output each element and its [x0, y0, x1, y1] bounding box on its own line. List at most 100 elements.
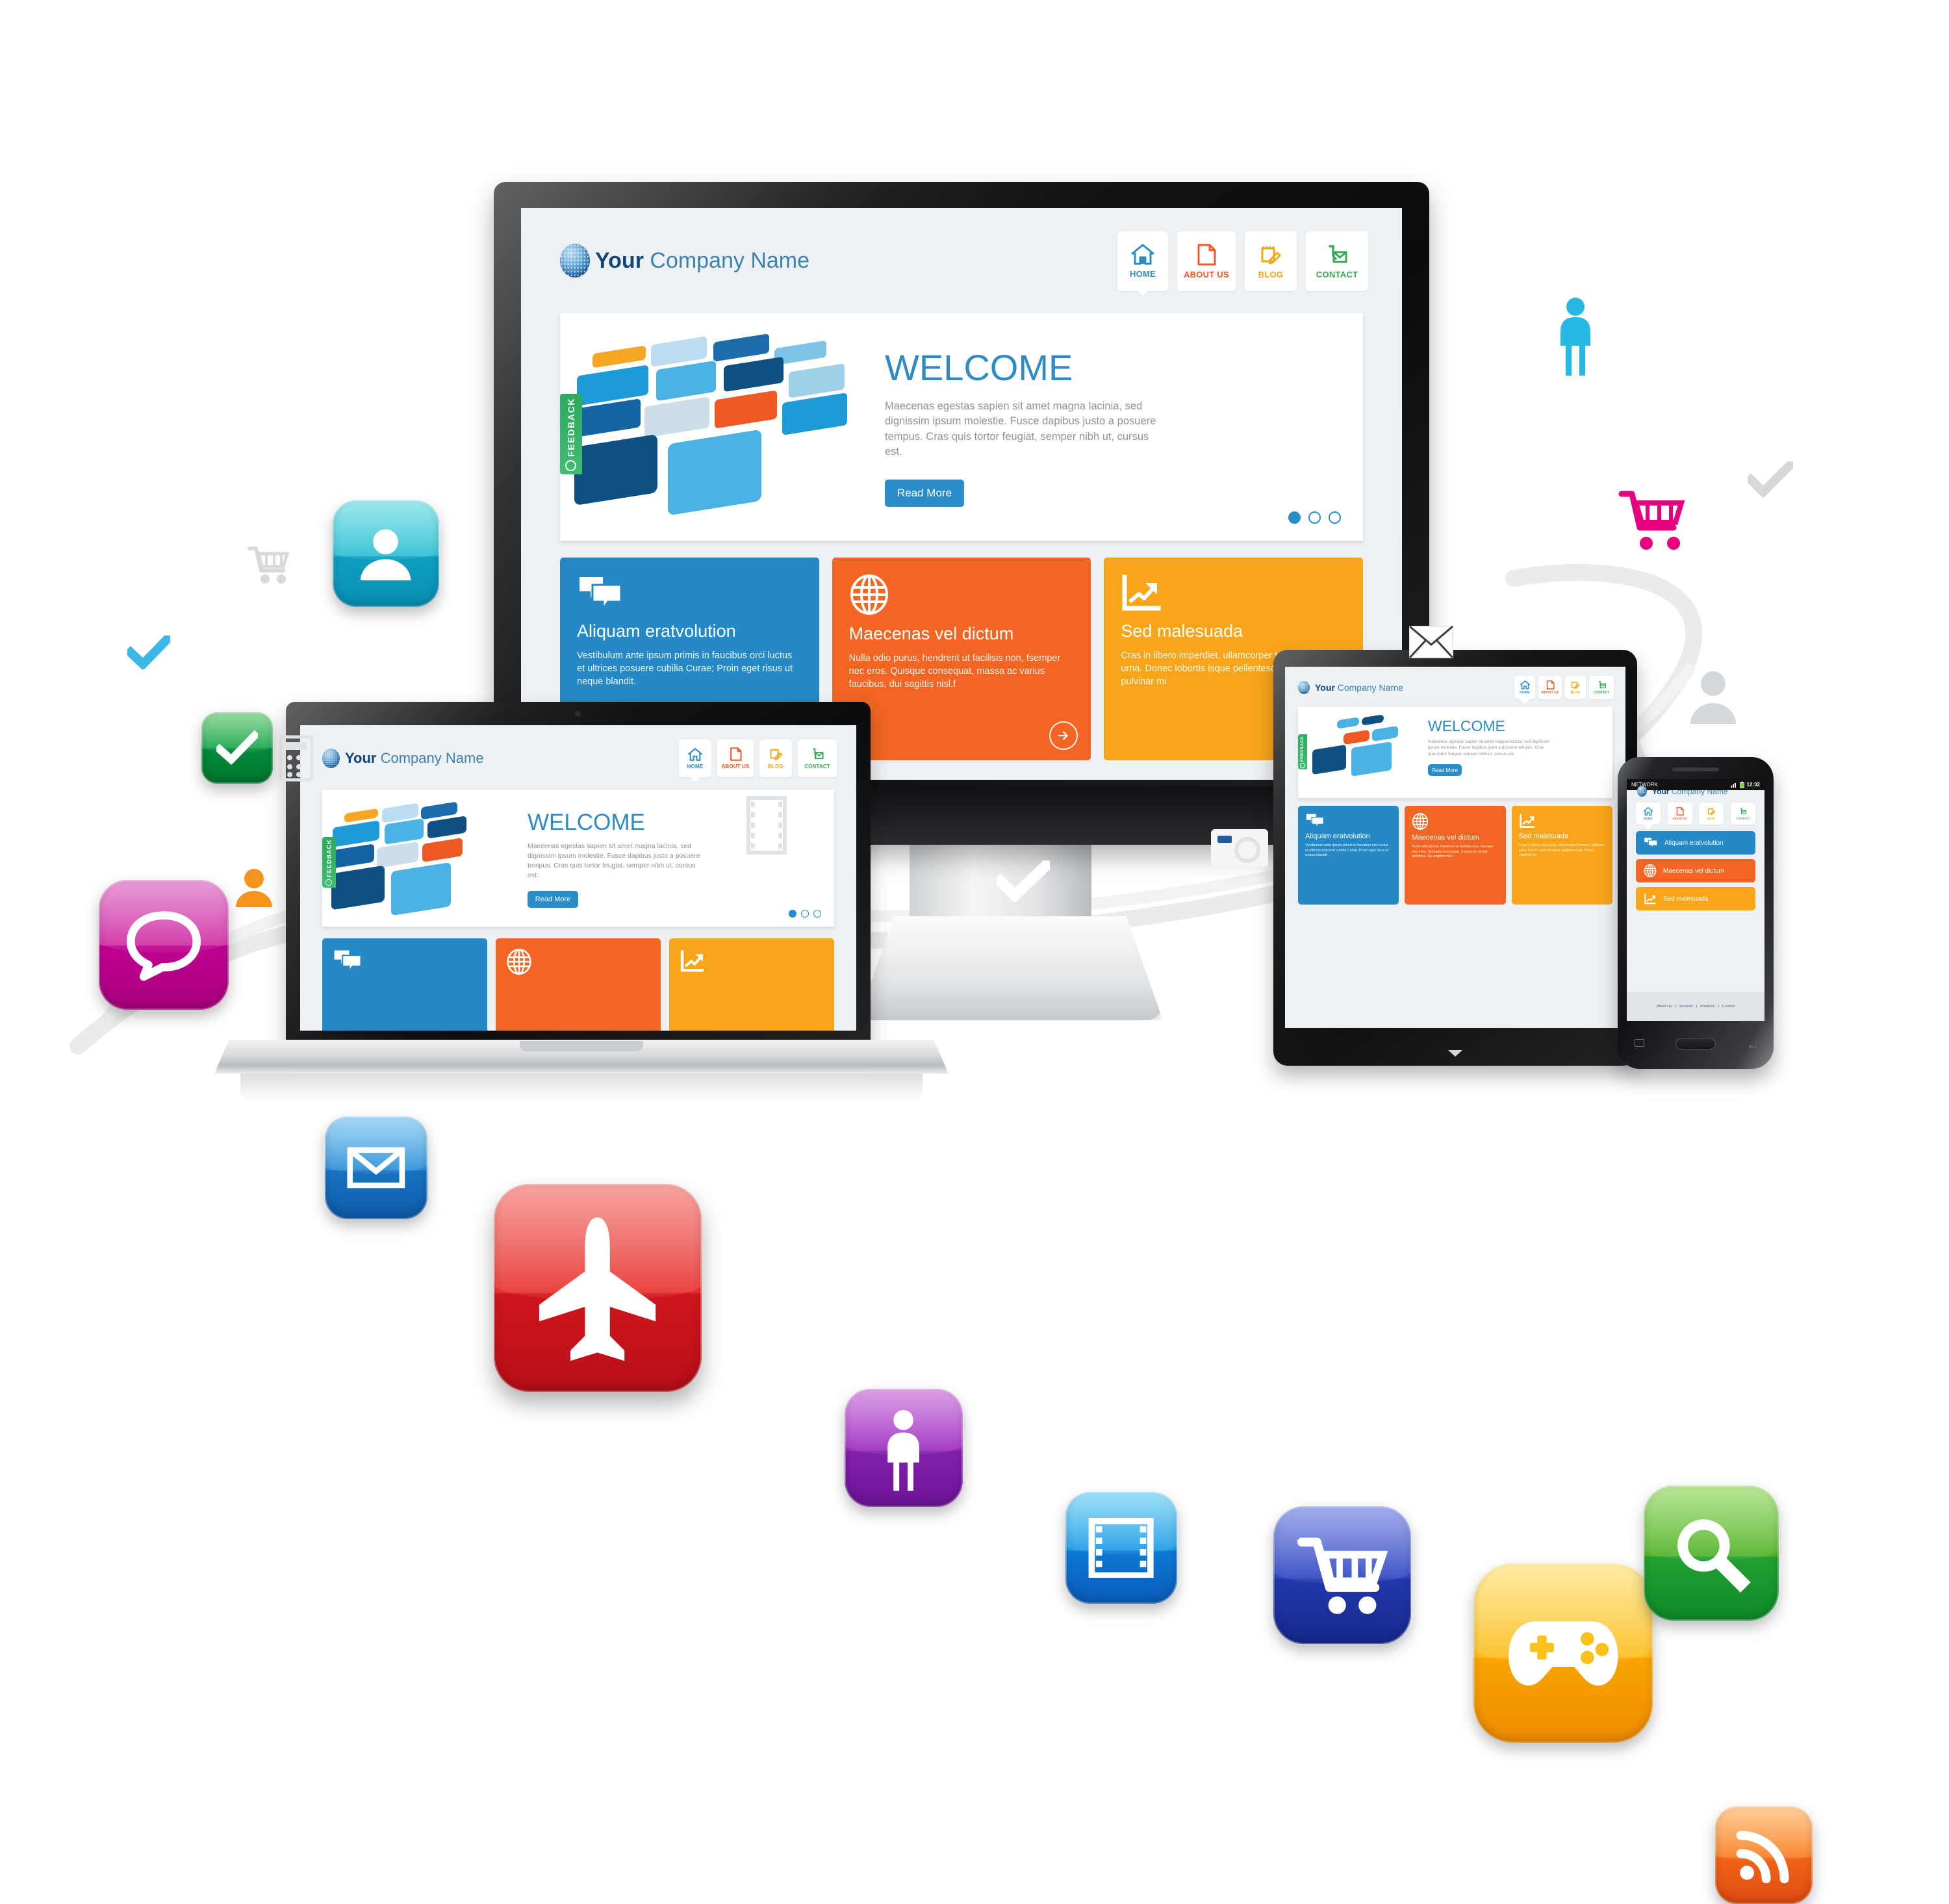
- read-more-button[interactable]: Read More: [885, 479, 964, 507]
- app-icon-checkmark[interactable]: [201, 712, 273, 784]
- cart-outline-icon-pink: [1618, 489, 1689, 551]
- hero-pagination[interactable]: [789, 910, 821, 918]
- read-more-button[interactable]: Read More: [1428, 764, 1462, 777]
- hero-banner: FEEDBACK WELCOME Maecenas egestas sapien…: [560, 313, 1363, 541]
- laptop-screen: Your Company Name HOME ABOUT US BLOG CON…: [300, 725, 856, 1031]
- globe-logo-icon: [560, 244, 590, 277]
- feedback-tab[interactable]: FEEDBACK: [322, 837, 336, 888]
- footer-link-services[interactable]: Services: [1679, 1005, 1692, 1009]
- document-icon: [1197, 244, 1216, 266]
- nav-button-contact[interactable]: CONTACT: [798, 740, 837, 777]
- home-icon: [1131, 244, 1154, 265]
- feedback-q-icon: [1300, 762, 1305, 768]
- app-icon-game-controller[interactable]: [1473, 1563, 1653, 1743]
- nav-button-home[interactable]: HOME: [1514, 676, 1535, 699]
- globe-grid-icon: [849, 574, 889, 615]
- nav-button-contact[interactable]: CONTACT: [1589, 676, 1614, 699]
- nav-label: BLOG: [1570, 691, 1581, 695]
- phone-feature-list: Aliquam eratvolution Maecenas vel dictum…: [1627, 825, 1764, 910]
- app-icon-film-strip[interactable]: [1065, 1492, 1177, 1604]
- nav-label: HOME: [1129, 269, 1156, 279]
- pagination-dot[interactable]: [813, 910, 821, 918]
- app-icon-chat-bubble[interactable]: [99, 880, 229, 1010]
- nav-button-about-us[interactable]: ABOUT US: [717, 740, 754, 777]
- pagination-dot-active[interactable]: [1288, 511, 1301, 524]
- pagination-dot-active[interactable]: [789, 910, 796, 918]
- app-icon-mail[interactable]: [325, 1116, 427, 1219]
- nav-label: ABOUT US: [1184, 269, 1229, 279]
- hero-artwork: [1298, 707, 1421, 798]
- nav-button-contact[interactable]: CONTACT: [1306, 231, 1368, 291]
- pagination-dot[interactable]: [1329, 511, 1341, 524]
- card-title: Sed malesuada: [1121, 621, 1243, 641]
- hero-pagination[interactable]: [1288, 511, 1341, 524]
- film-icon: [1065, 1492, 1177, 1604]
- growth-chart-icon: [680, 949, 706, 973]
- nav-button-contact[interactable]: CONTACT: [1730, 803, 1755, 825]
- feature-cards: Aliquam eratvolution Vestibulum ante ips…: [1298, 806, 1612, 905]
- feature-card-3[interactable]: Sed malesuada Cras in libero imperdiet, …: [1511, 806, 1612, 905]
- phone-home-button[interactable]: [1675, 1038, 1716, 1049]
- app-icon-shopping-cart[interactable]: [1273, 1506, 1411, 1644]
- tile: [422, 838, 463, 862]
- nav-button-blog[interactable]: BLOG: [1565, 676, 1586, 699]
- card-arrow-button[interactable]: [1049, 721, 1078, 750]
- app-icon-user-avatar[interactable]: [333, 500, 439, 607]
- app-icon-rss[interactable]: [1715, 1807, 1813, 1904]
- phone-status-bar: NETWORK 12:32: [1627, 779, 1764, 790]
- feedback-tab[interactable]: FEEDBACK: [560, 394, 582, 474]
- check-icon-blue: [127, 636, 170, 669]
- app-icon-male-person[interactable]: [845, 1389, 963, 1507]
- footer-link-products[interactable]: Products: [1700, 1005, 1714, 1009]
- nav-button-blog[interactable]: BLOG: [759, 740, 792, 777]
- hero-title: WELCOME: [1428, 717, 1505, 734]
- app-icon-airplane[interactable]: [494, 1184, 702, 1392]
- pagination-dot[interactable]: [1308, 511, 1321, 524]
- nav-button-blog[interactable]: BLOG: [1245, 231, 1297, 291]
- card-title: Sed malesuada: [1663, 895, 1709, 903]
- footer-link-about-us[interactable]: About Us: [1657, 1005, 1672, 1009]
- feedback-tab[interactable]: FEEDBACK: [1298, 734, 1307, 769]
- card-body: Cras in libero imperdiet, ullamcorper te…: [1518, 843, 1604, 858]
- laptop-base-reflection: [240, 1074, 923, 1102]
- camera-icon-white: [1210, 824, 1269, 869]
- nav-button-about-us[interactable]: ABOUT US: [1538, 676, 1562, 699]
- tile: [377, 841, 418, 869]
- feedback-q-icon: [325, 879, 333, 886]
- feature-card-1[interactable]: Aliquam eratvolution Vestibulum ante ips…: [1298, 806, 1399, 905]
- laptop-trackpad-notch[interactable]: [520, 1041, 643, 1051]
- chat-bubbles-icon: [1305, 813, 1325, 829]
- tablet-home-button[interactable]: [1448, 1050, 1462, 1057]
- nav-button-about-us[interactable]: ABOUT US: [1177, 231, 1236, 291]
- nav-button-about-us[interactable]: ABOUT US: [1667, 803, 1692, 825]
- monitor-screen: Your Company Name HOME ABOUT US BLOG CON…: [521, 208, 1402, 780]
- pagination-dot[interactable]: [801, 910, 809, 918]
- site-logo[interactable]: Your Company Name: [322, 749, 484, 768]
- nav-button-home[interactable]: HOME: [1117, 231, 1168, 291]
- feature-card-3[interactable]: [669, 938, 834, 1031]
- hero-title: WELCOME: [528, 810, 645, 835]
- feedback-label: FEEDBACK: [325, 839, 333, 877]
- phone-back-button-icon[interactable]: [1748, 1040, 1758, 1049]
- feature-card-2[interactable]: Maecenas vel dictum Nulla odio purus, he…: [1405, 806, 1506, 905]
- footer-link-contact[interactable]: Contact: [1722, 1005, 1735, 1009]
- check-icon-grey: [1748, 461, 1793, 498]
- feature-card-2[interactable]: Maecenas vel dictum: [1636, 859, 1755, 882]
- rss-icon: [1715, 1807, 1813, 1904]
- site-logo[interactable]: Your Company Name: [1298, 681, 1403, 694]
- read-more-button[interactable]: Read More: [528, 890, 578, 908]
- nav-label: CONTACT: [1736, 817, 1750, 820]
- scene: Your Company Name HOME ABOUT US BLOG CON…: [0, 0, 1949, 1904]
- feature-card-1[interactable]: [322, 938, 487, 1031]
- phone-menu-button-icon[interactable]: [1635, 1039, 1644, 1047]
- app-icon-search[interactable]: [1644, 1486, 1779, 1621]
- nav-button-home[interactable]: HOME: [679, 740, 711, 777]
- feature-card-1[interactable]: Aliquam eratvolution: [1636, 831, 1755, 855]
- feature-card-2[interactable]: [496, 938, 661, 1031]
- nav-button-home[interactable]: HOME: [1636, 803, 1661, 825]
- nav-label: BLOG: [1707, 817, 1716, 820]
- feature-card-3[interactable]: Sed malesuada: [1636, 887, 1755, 910]
- site-logo[interactable]: Your Company Name: [560, 244, 809, 277]
- nav-button-blog[interactable]: BLOG: [1699, 803, 1724, 825]
- check-icon: [201, 712, 273, 784]
